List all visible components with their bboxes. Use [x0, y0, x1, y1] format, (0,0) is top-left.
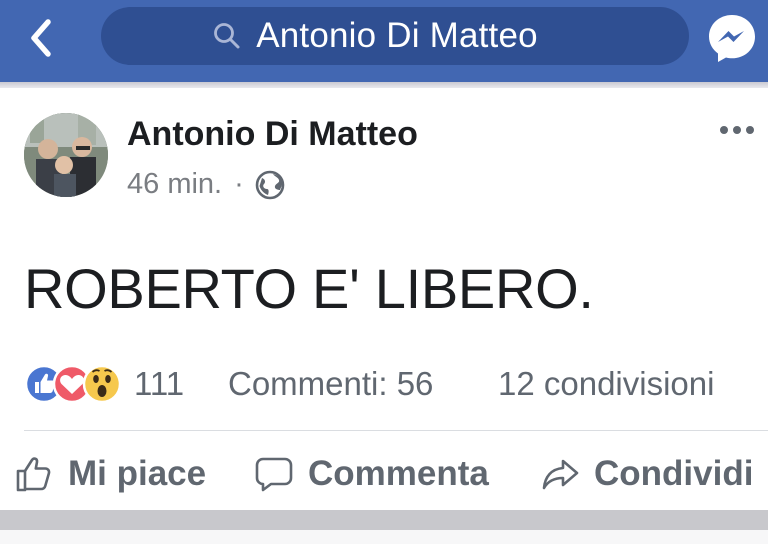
share-label: Condividi	[594, 454, 754, 493]
share-button[interactable]: Condividi	[540, 444, 753, 504]
more-icon-dot	[720, 126, 728, 134]
like-label: Mi piace	[68, 454, 207, 493]
post-menu-button[interactable]	[720, 118, 762, 142]
thumbs-up-icon	[16, 457, 51, 492]
comment-icon	[255, 457, 293, 492]
comment-button[interactable]: Commenta	[254, 444, 489, 504]
back-button[interactable]	[22, 16, 62, 60]
post-text: ROBERTO E' LIBERO.	[24, 257, 594, 320]
feed-separator	[0, 510, 768, 530]
search-icon	[214, 23, 240, 49]
chevron-left-icon	[31, 19, 51, 57]
post-meta: 46 min. ·	[127, 168, 286, 201]
author-name[interactable]: Antonio Di Matteo	[127, 115, 418, 154]
reactions-summary[interactable]	[24, 364, 128, 404]
like-button[interactable]: Mi piace	[14, 444, 206, 504]
search-field[interactable]: Antonio Di Matteo	[101, 7, 689, 65]
avatar[interactable]	[24, 113, 108, 197]
share-arrow-icon	[542, 459, 579, 490]
more-icon-dot	[746, 126, 754, 134]
reaction-count[interactable]: 111	[134, 365, 184, 403]
post-actions: Mi piace Commenta Condividi	[0, 444, 768, 504]
messenger-icon	[709, 15, 755, 62]
messenger-button[interactable]	[706, 12, 758, 64]
reactions-icons	[24, 364, 122, 404]
comment-label: Commenta	[308, 454, 489, 493]
post-time[interactable]: 46 min.	[127, 168, 222, 201]
comments-count[interactable]: Commenti: 56	[228, 365, 433, 403]
globe-icon	[255, 170, 285, 199]
divider	[24, 430, 768, 431]
meta-separator: ·	[234, 168, 244, 200]
profile-photo	[24, 113, 108, 197]
post-stats: 111 Commenti: 56 12 condivisioni	[24, 362, 768, 408]
shares-count[interactable]: 12 condivisioni	[498, 365, 714, 403]
next-post-edge	[0, 530, 768, 544]
more-icon-dot	[733, 126, 741, 134]
top-bar: Antonio Di Matteo	[0, 0, 768, 82]
wow-reaction-icon	[82, 364, 122, 404]
post-card: Antonio Di Matteo 46 min. · ROBERTO E' L…	[0, 88, 768, 510]
search-text: Antonio Di Matteo	[256, 16, 538, 55]
